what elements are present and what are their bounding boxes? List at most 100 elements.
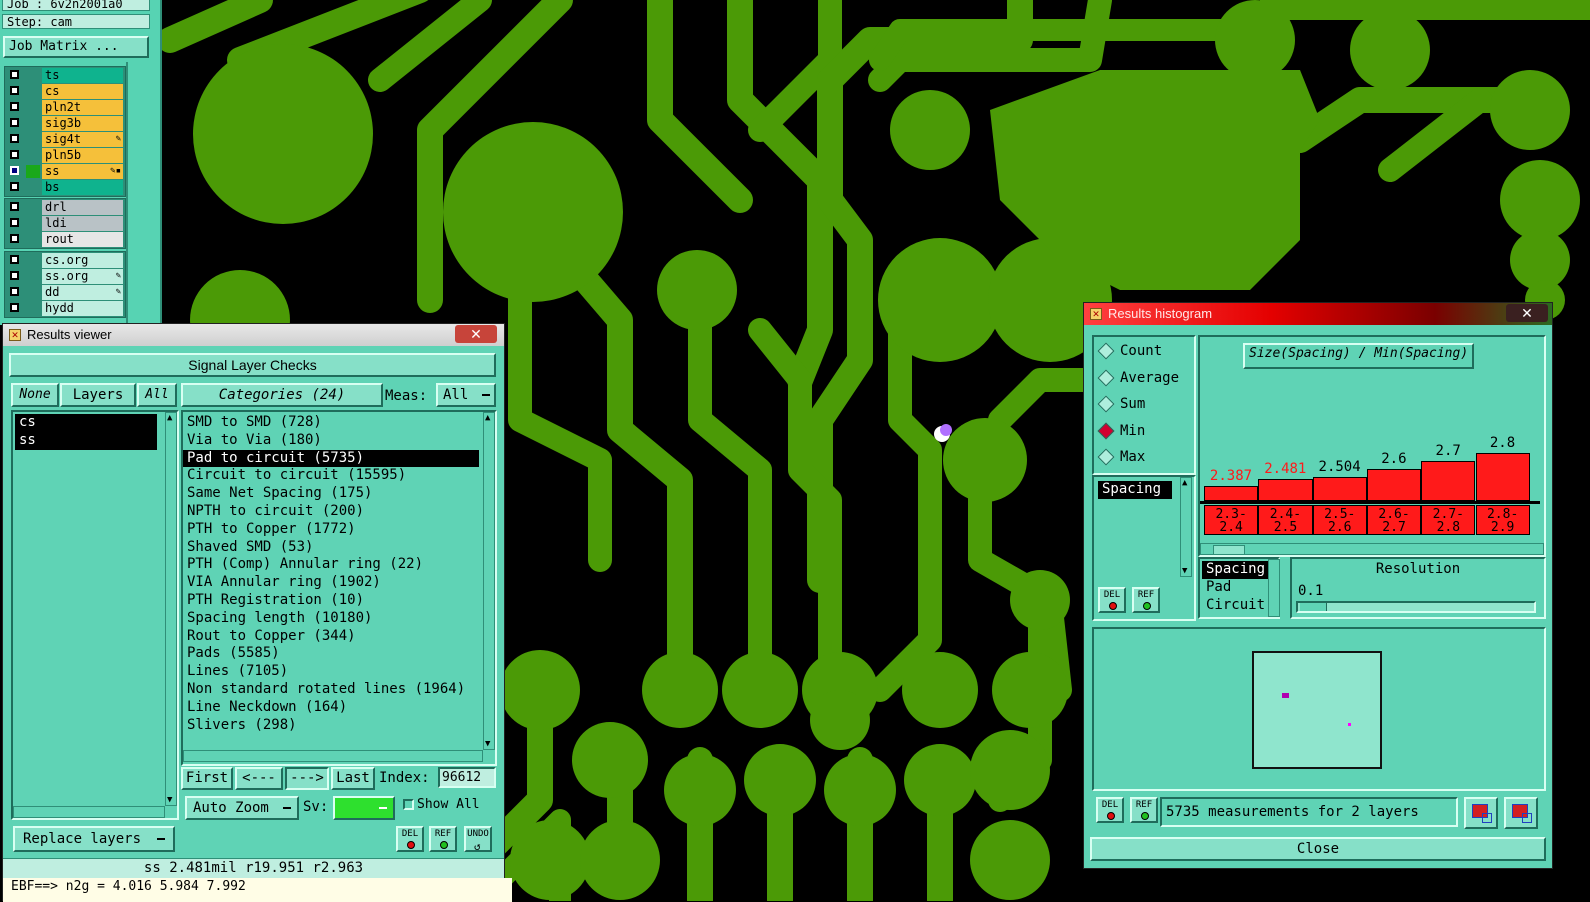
mode-radio-min[interactable]: Min [1097, 422, 1145, 439]
resolution-slider[interactable] [1296, 601, 1536, 613]
delete-button[interactable]: DEL [396, 826, 424, 852]
layer-checkbox[interactable] [10, 102, 19, 111]
category-list-item[interactable]: PTH to Copper (1772) [183, 521, 479, 539]
layer-row-bs[interactable]: bs [5, 180, 125, 195]
mode-radio-count[interactable]: Count [1097, 342, 1162, 360]
layer-row-dd[interactable]: dd ✎ [5, 285, 125, 300]
layer-checkbox[interactable] [10, 166, 19, 175]
export-report-button[interactable] [1504, 797, 1538, 829]
layer-checkbox[interactable] [10, 70, 19, 79]
category-list-item[interactable]: Pads (5585) [183, 645, 479, 663]
histogram-bottom-refresh-button[interactable]: REF [1130, 797, 1158, 823]
chart-horizontal-scrollbar[interactable] [1200, 543, 1544, 555]
category-list-item[interactable]: Circuit to circuit (15595) [183, 467, 479, 485]
show-all-checkbox[interactable] [403, 799, 414, 810]
last-button[interactable]: Last [331, 767, 375, 790]
histogram-bar[interactable] [1258, 478, 1313, 501]
category-list-item[interactable]: PTH (Comp) Annular ring (22) [183, 556, 479, 574]
layers-horizontal-scrollbar[interactable] [13, 806, 165, 818]
layer-checkbox[interactable] [10, 134, 19, 143]
category-list-item[interactable]: Lines (7105) [183, 663, 479, 681]
category-list-item[interactable]: Non standard rotated lines (1964) [183, 681, 479, 699]
results-histogram-close-button[interactable]: ✕ [1506, 304, 1548, 322]
layer-list-item[interactable]: ss [15, 431, 157, 450]
layer-checkbox[interactable] [10, 86, 19, 95]
layer-checkbox[interactable] [10, 218, 19, 227]
next-button[interactable]: ---> [285, 767, 329, 790]
mode-radio-sum[interactable]: Sum [1097, 395, 1145, 413]
results-histogram-titlebar[interactable]: ✕ Results histogram [1084, 303, 1552, 325]
histogram-delete-button[interactable]: DEL [1098, 587, 1126, 613]
layer-checkbox[interactable] [10, 182, 19, 191]
mode-radio-average[interactable]: Average [1097, 369, 1179, 386]
layer-row-sig4t[interactable]: sig4t ✎ [5, 132, 125, 147]
sv-color-dropdown[interactable] [333, 796, 395, 820]
field-list-item[interactable]: Circuit [1202, 597, 1268, 615]
layer-row-cs[interactable]: cs [5, 84, 125, 99]
layer-row-ts[interactable]: ts [5, 68, 125, 83]
layer-row-drl[interactable]: drl [5, 200, 125, 215]
layers-list[interactable]: cs ss [15, 414, 157, 450]
layer-row-ldi[interactable]: ldi [5, 216, 125, 231]
category-list-item[interactable]: Via to Via (180) [183, 432, 479, 450]
layer-list-scrollbar[interactable] [126, 62, 154, 325]
histogram-refresh-button[interactable]: REF [1132, 587, 1160, 613]
signal-layer-checks-header[interactable]: Signal Layer Checks [9, 353, 496, 377]
histogram-bar[interactable] [1312, 476, 1367, 501]
command-line[interactable]: EBF==> n2g = 4.016 5.984 7.992 [3, 878, 512, 902]
preview-frame[interactable] [1252, 651, 1382, 769]
attribute-scrollbar[interactable]: ▲ ▼ [1180, 477, 1192, 577]
meas-dropdown[interactable]: All [436, 383, 496, 407]
results-viewer-close-button[interactable]: ✕ [455, 325, 497, 343]
category-list-item[interactable]: Pad to circuit (5735) [183, 449, 479, 468]
layer-row-ss.org[interactable]: ss.org ✎ [5, 269, 125, 284]
histogram-bottom-delete-button[interactable]: DEL [1096, 797, 1124, 823]
categories-vertical-scrollbar[interactable]: ▲ ▼ [483, 412, 495, 750]
layer-row-ss[interactable]: ss ✎▪ [5, 164, 125, 179]
layer-list-item[interactable]: cs [15, 414, 157, 432]
layer-checkbox[interactable] [10, 287, 19, 296]
index-field[interactable]: 96612 [438, 767, 496, 788]
category-list-item[interactable]: Rout to Copper (344) [183, 628, 479, 646]
layer-checkbox[interactable] [10, 202, 19, 211]
categories-button[interactable]: Categories (24) [181, 383, 383, 407]
refresh-button[interactable]: REF [429, 826, 457, 852]
replace-layers-dropdown[interactable]: Replace layers [13, 826, 175, 852]
field-list[interactable]: Spacing Pad Circuit [1202, 561, 1268, 615]
first-button[interactable]: First [181, 767, 233, 790]
layer-checkbox[interactable] [10, 118, 19, 127]
layer-checkbox[interactable] [10, 234, 19, 243]
results-viewer-titlebar[interactable]: ✕ Results viewer [3, 324, 504, 346]
layer-checkbox[interactable] [10, 150, 19, 159]
category-list-item[interactable]: NPTH to circuit (200) [183, 503, 479, 521]
histogram-bar[interactable] [1421, 461, 1476, 501]
layer-row-hydd[interactable]: hydd [5, 301, 125, 316]
histogram-bar[interactable] [1475, 453, 1530, 501]
category-list-item[interactable]: Same Net Spacing (175) [183, 485, 479, 503]
layer-row-pln5b[interactable]: pln5b [5, 148, 125, 163]
layer-row-cs.org[interactable]: cs.org [5, 253, 125, 268]
histogram-bar[interactable] [1204, 486, 1259, 501]
previous-button[interactable]: <--- [235, 767, 283, 790]
histogram-close-button[interactable]: Close [1090, 837, 1546, 861]
attribute-list[interactable]: Spacing [1098, 481, 1172, 499]
category-list-item[interactable]: Slivers (298) [183, 717, 479, 735]
layer-row-pln2t[interactable]: pln2t [5, 100, 125, 115]
layer-checkbox[interactable] [10, 303, 19, 312]
field-scrollbar[interactable] [1268, 559, 1280, 617]
category-list-item[interactable]: Spacing length (10180) [183, 610, 479, 628]
undo-button[interactable]: UNDO ↺ [464, 826, 492, 853]
mode-radio-max[interactable]: Max [1097, 448, 1145, 466]
field-list-item[interactable]: Spacing [1202, 561, 1268, 579]
export-image-button[interactable] [1464, 797, 1498, 829]
none-layers-button[interactable]: None [11, 383, 59, 407]
category-list-item[interactable]: Line Neckdown (164) [183, 699, 479, 717]
resolution-slider-handle[interactable] [1300, 603, 1327, 611]
category-list-item[interactable]: SMD to SMD (728) [183, 414, 479, 432]
attribute-list-item[interactable]: Spacing [1098, 481, 1172, 499]
categories-list[interactable]: SMD to SMD (728) Via to Via (180) Pad to c… [183, 414, 479, 735]
job-matrix-button[interactable]: Job Matrix ... [3, 36, 149, 58]
field-list-item[interactable]: Pad [1202, 579, 1268, 597]
category-list-item[interactable]: Shaved SMD (53) [183, 539, 479, 557]
layer-row-rout[interactable]: rout [5, 232, 125, 247]
